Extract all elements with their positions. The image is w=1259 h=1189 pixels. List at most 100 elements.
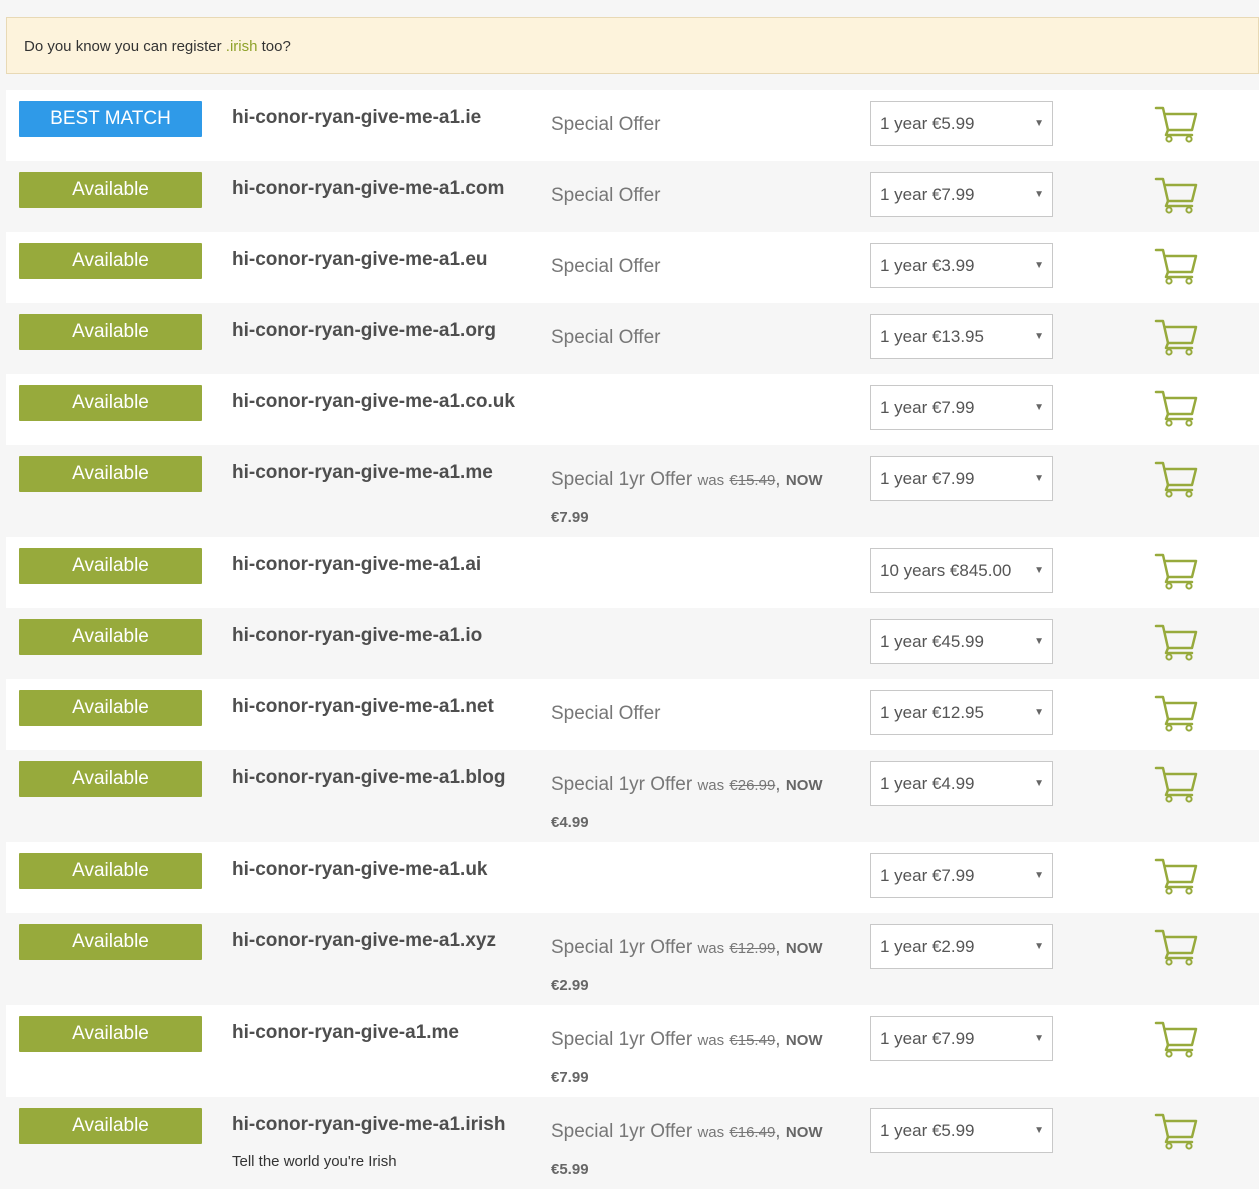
banner-prefix: Do you know you can register: [24, 38, 226, 55]
shopping-cart-icon[interactable]: [1154, 1111, 1198, 1151]
registration-period-select[interactable]: 1 year €5.99 ▼: [870, 101, 1053, 146]
registration-period-select[interactable]: 1 year €45.99 ▼: [870, 619, 1053, 664]
shopping-cart-icon[interactable]: [1154, 927, 1198, 967]
registration-period-select[interactable]: 1 year €7.99 ▼: [870, 172, 1053, 217]
results-list: BEST MATCH hi-conor-ryan-give-me-a1.ie Spe…: [6, 90, 1259, 1189]
caret-down-icon: ▼: [1034, 118, 1044, 129]
domain-name: hi-conor-ryan-give-me-a1.me: [232, 462, 493, 483]
was-label: was: [697, 472, 725, 489]
available-badge[interactable]: Available: [19, 1108, 202, 1144]
shopping-cart-icon[interactable]: [1154, 246, 1198, 286]
period-value: 1 year €7.99: [880, 398, 975, 417]
result-row: Available hi-conor-ryan-give-me-a1.me Spec…: [6, 445, 1259, 537]
offer-text: Special 1yr Offer was €15.49, NOW €7.99: [551, 469, 823, 526]
was-label: was: [697, 777, 725, 794]
result-row: Available hi-conor-ryan-give-me-a1.org Spe…: [6, 303, 1259, 374]
offer-label: Special Offer: [551, 185, 661, 206]
domain-name: hi-conor-ryan-give-me-a1.ie: [232, 107, 482, 128]
offer-label: Special Offer: [551, 256, 661, 277]
available-badge[interactable]: Available: [19, 1016, 202, 1052]
result-row: Available hi-conor-ryan-give-me-a1.xyz Spe…: [6, 913, 1259, 1005]
registration-period-select[interactable]: 10 years €845.00 ▼: [870, 548, 1053, 593]
banner-tld-link[interactable]: .irish: [226, 38, 258, 55]
offer-text: Special 1yr Offer was €16.49, NOW €5.99: [551, 1121, 823, 1178]
registration-period-select[interactable]: 1 year €7.99 ▼: [870, 385, 1053, 430]
registration-period-select[interactable]: 1 year €2.99 ▼: [870, 924, 1053, 969]
registration-period-select[interactable]: 1 year €13.95 ▼: [870, 314, 1053, 359]
available-badge[interactable]: Available: [19, 619, 202, 655]
shopping-cart-icon[interactable]: [1154, 317, 1198, 357]
period-value: 10 years €845.00: [880, 561, 1012, 580]
domain-name: hi-conor-ryan-give-me-a1.eu: [232, 249, 488, 270]
was-price: €15.49: [729, 1032, 776, 1049]
shopping-cart-icon[interactable]: [1154, 764, 1198, 804]
shopping-cart-icon[interactable]: [1154, 459, 1198, 499]
was-price: €26.99: [729, 777, 776, 794]
shopping-cart-icon[interactable]: [1154, 1019, 1198, 1059]
caret-down-icon: ▼: [1034, 331, 1044, 342]
best-match-badge[interactable]: BEST MATCH: [19, 101, 202, 137]
period-value: 1 year €4.99: [880, 774, 975, 793]
period-value: 1 year €7.99: [880, 185, 975, 204]
offer-label: Special Offer: [551, 703, 661, 724]
registration-period-select[interactable]: 1 year €3.99 ▼: [870, 243, 1053, 288]
now-price: €2.99: [551, 977, 589, 994]
offer-text: Special Offer: [551, 249, 851, 285]
now-price: €4.99: [551, 814, 589, 831]
now-price: €7.99: [551, 509, 589, 526]
domain-name: hi-conor-ryan-give-a1.me: [232, 1022, 459, 1043]
now-label: NOW: [785, 472, 823, 489]
available-badge[interactable]: Available: [19, 314, 202, 350]
offer-label: Special 1yr Offer: [551, 469, 693, 490]
caret-down-icon: ▼: [1034, 941, 1044, 952]
available-badge[interactable]: Available: [19, 385, 202, 421]
tld-suggestion-banner: Do you know you can register .irish too?: [6, 17, 1259, 74]
shopping-cart-icon[interactable]: [1154, 175, 1198, 215]
registration-period-select[interactable]: 1 year €5.99 ▼: [870, 1108, 1053, 1153]
offer-text: Special 1yr Offer was €12.99, NOW €2.99: [551, 937, 823, 994]
available-badge[interactable]: Available: [19, 853, 202, 889]
caret-down-icon: ▼: [1034, 565, 1044, 576]
caret-down-icon: ▼: [1034, 778, 1044, 789]
domain-name: hi-conor-ryan-give-me-a1.uk: [232, 859, 488, 880]
result-row: Available hi-conor-ryan-give-me-a1.irish T…: [6, 1097, 1259, 1189]
shopping-cart-icon[interactable]: [1154, 856, 1198, 896]
available-badge[interactable]: Available: [19, 548, 202, 584]
domain-name: hi-conor-ryan-give-me-a1.io: [232, 625, 483, 646]
registration-period-select[interactable]: 1 year €7.99 ▼: [870, 853, 1053, 898]
domain-search-results: Do you know you can register .irish too?…: [0, 0, 1259, 1189]
shopping-cart-icon[interactable]: [1154, 551, 1198, 591]
available-badge[interactable]: Available: [19, 690, 202, 726]
offer-label: Special 1yr Offer: [551, 1121, 693, 1142]
shopping-cart-icon[interactable]: [1154, 104, 1198, 144]
now-label: NOW: [785, 1032, 823, 1049]
offer-label: Special 1yr Offer: [551, 937, 693, 958]
available-badge[interactable]: Available: [19, 243, 202, 279]
registration-period-select[interactable]: 1 year €7.99 ▼: [870, 456, 1053, 501]
offer-text: Special Offer: [551, 107, 851, 143]
domain-name: hi-conor-ryan-give-me-a1.blog: [232, 767, 506, 788]
registration-period-select[interactable]: 1 year €4.99 ▼: [870, 761, 1053, 806]
registration-period-select[interactable]: 1 year €7.99 ▼: [870, 1016, 1053, 1061]
domain-name: hi-conor-ryan-give-me-a1.xyz: [232, 930, 496, 951]
was-label: was: [697, 1032, 725, 1049]
caret-down-icon: ▼: [1034, 1125, 1044, 1136]
shopping-cart-icon[interactable]: [1154, 622, 1198, 662]
domain-name: hi-conor-ryan-give-me-a1.org: [232, 320, 496, 341]
offer-text: Special Offer: [551, 696, 851, 732]
banner-suffix: too?: [257, 38, 291, 55]
available-badge[interactable]: Available: [19, 172, 202, 208]
registration-period-select[interactable]: 1 year €12.95 ▼: [870, 690, 1053, 735]
available-badge[interactable]: Available: [19, 924, 202, 960]
available-badge[interactable]: Available: [19, 456, 202, 492]
caret-down-icon: ▼: [1034, 260, 1044, 271]
shopping-cart-icon[interactable]: [1154, 388, 1198, 428]
available-badge[interactable]: Available: [19, 761, 202, 797]
offer-text: Special Offer: [551, 320, 851, 356]
period-value: 1 year €5.99: [880, 114, 975, 133]
domain-subtext: Tell the world you're Irish: [232, 1153, 397, 1170]
shopping-cart-icon[interactable]: [1154, 693, 1198, 733]
period-value: 1 year €7.99: [880, 1029, 975, 1048]
was-price: €16.49: [729, 1124, 776, 1141]
caret-down-icon: ▼: [1034, 636, 1044, 647]
